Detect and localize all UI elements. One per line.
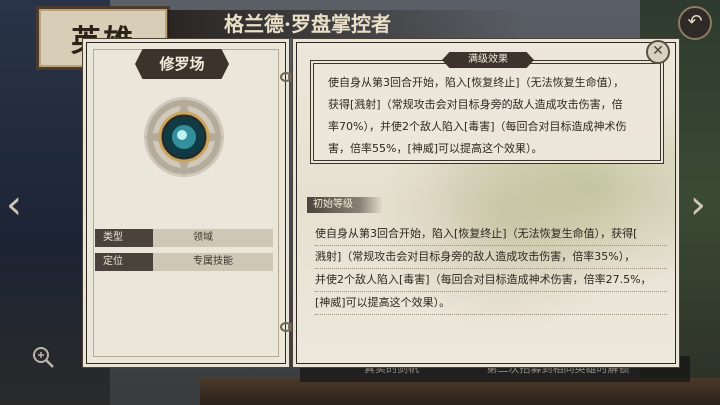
next-arrow-icon[interactable]: › bbox=[690, 180, 716, 230]
text-line: 溅射]（常规攻击会对目标身旁的敌人造成攻击伤害，倍率35%）， bbox=[315, 246, 667, 269]
back-button[interactable]: ↶ bbox=[678, 6, 712, 40]
skill-card: 修罗场 类型 领域 定位 专属技能 bbox=[86, 42, 286, 364]
prev-arrow-icon[interactable]: ‹ bbox=[6, 180, 32, 230]
close-button[interactable]: ✕ bbox=[646, 40, 670, 64]
skill-name: 修罗场 bbox=[135, 49, 229, 79]
max-level-box: 满级效果 使自身从第3回合开始，陷入[恢复终止]（无法恢复生命值）， 获得[溅射… bbox=[313, 52, 661, 161]
text-line: 率70%），并使2个敌人陷入[毒害]（每回合对目标造成神术伤 bbox=[328, 120, 627, 133]
text-line: [神威]可以提高这个效果）。 bbox=[315, 292, 667, 315]
info-value: 专属技能 bbox=[153, 253, 273, 271]
info-row-type: 类型 领域 bbox=[95, 229, 273, 247]
initial-level-label: 初始等级 bbox=[307, 197, 383, 213]
skill-detail-panel: 满级效果 使自身从第3回合开始，陷入[恢复终止]（无法恢复生命值）， 获得[溅射… bbox=[296, 42, 676, 364]
close-icon: ✕ bbox=[652, 43, 664, 59]
info-row-position: 定位 专属技能 bbox=[95, 253, 273, 271]
max-level-label: 满级效果 bbox=[442, 52, 534, 68]
max-level-text: 使自身从第3回合开始，陷入[恢复终止]（无法恢复生命值）， 获得[溅射]（常规攻… bbox=[328, 72, 650, 160]
hero-name-title: 格兰德·罗盘掌控者 bbox=[168, 10, 524, 38]
text-line: 并使2个敌人陷入[毒害]（每回合对目标造成神术伤害，倍率27.5%， bbox=[315, 269, 667, 292]
info-key: 类型 bbox=[95, 229, 153, 247]
info-key: 定位 bbox=[95, 253, 153, 271]
bottom-scene bbox=[200, 378, 720, 405]
text-line: 使自身从第3回合开始，陷入[恢复终止]（无法恢复生命值）， bbox=[328, 76, 625, 89]
text-line: 获得[溅射]（常规攻击会对目标身旁的敌人造成攻击伤害，倍 bbox=[328, 98, 623, 111]
skill-emblem-icon bbox=[144, 97, 224, 177]
back-icon: ↶ bbox=[687, 11, 703, 32]
text-line: 害，倍率55%，[神威]可以提高这个效果）。 bbox=[328, 142, 543, 155]
text-line: 使自身从第3回合开始，陷入[恢复终止]（无法恢复生命值），获得[ bbox=[315, 223, 667, 246]
zoom-icon[interactable] bbox=[30, 344, 56, 370]
info-value: 领域 bbox=[153, 229, 273, 247]
initial-level-text: 使自身从第3回合开始，陷入[恢复终止]（无法恢复生命值），获得[ 溅射]（常规攻… bbox=[315, 223, 667, 315]
